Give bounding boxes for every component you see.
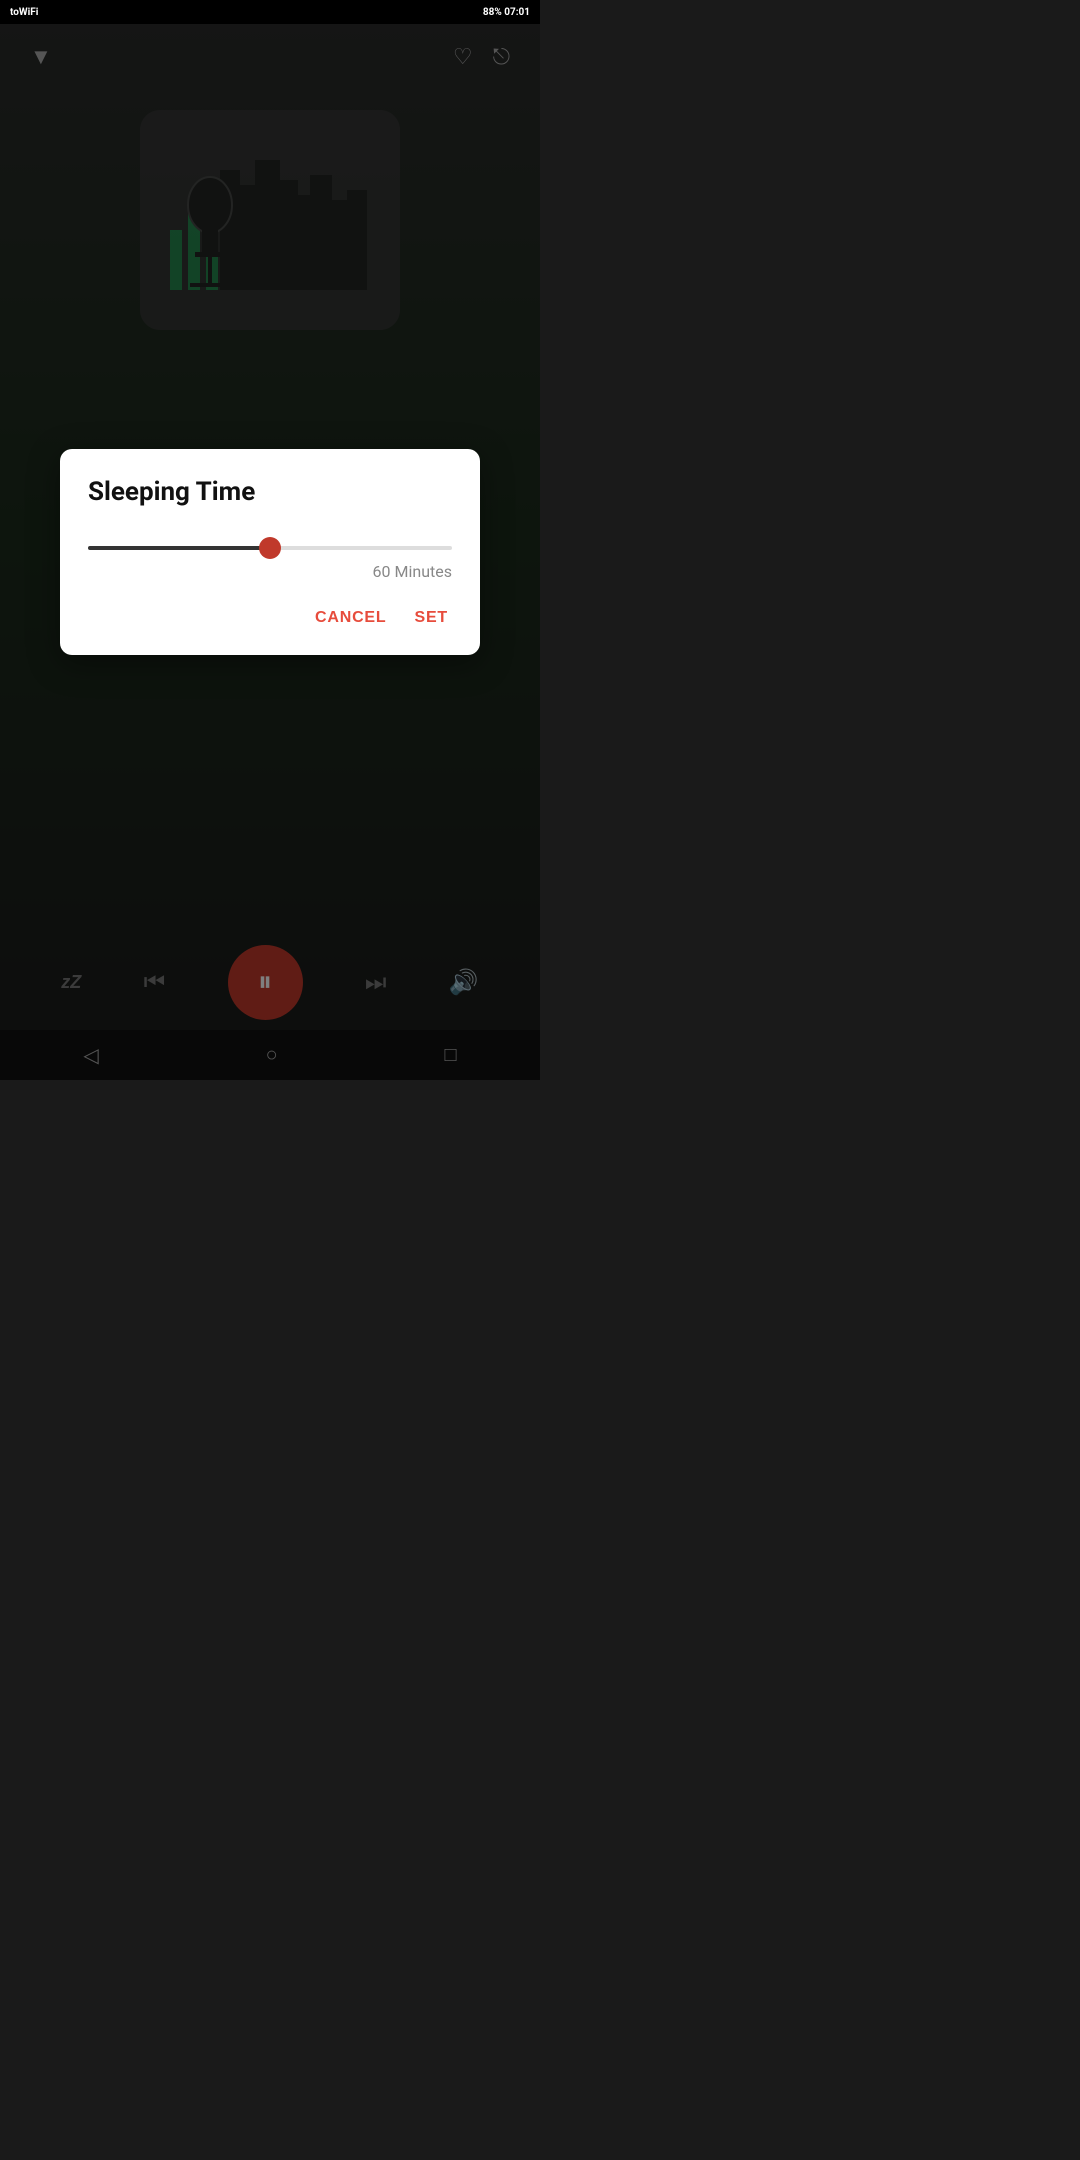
slider-value-label: 60 Minutes <box>88 562 452 581</box>
cancel-button[interactable]: CANCEL <box>311 601 390 635</box>
sleeping-time-dialog: Sleeping Time 60 Minutes CANCEL SET <box>60 449 480 655</box>
sleep-timer-slider-container <box>88 535 452 554</box>
dialog-title: Sleeping Time <box>88 477 452 507</box>
status-battery-time: 88% 07:01 <box>483 7 530 18</box>
main-screen: ▼ ♡ ⎋ <box>0 24 540 1080</box>
status-bar-right: 88% 07:01 <box>483 7 530 18</box>
dialog-overlay: Sleeping Time 60 Minutes CANCEL SET <box>0 24 540 1080</box>
status-bar-left: toWiFi <box>10 7 38 18</box>
sleep-timer-slider[interactable] <box>88 546 452 550</box>
status-bar: toWiFi 88% 07:01 <box>0 0 540 24</box>
set-button[interactable]: SET <box>410 601 452 635</box>
dialog-buttons: CANCEL SET <box>88 601 452 635</box>
status-wifi-label: toWiFi <box>10 7 38 18</box>
